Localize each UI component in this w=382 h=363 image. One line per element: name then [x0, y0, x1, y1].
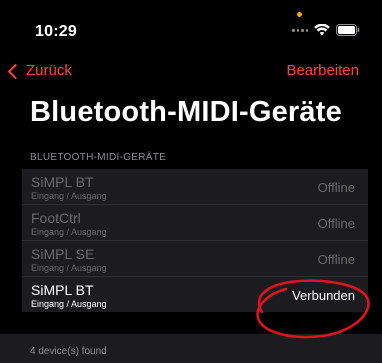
status-time: 10:29: [35, 23, 77, 40]
back-button[interactable]: Zurück: [7, 62, 72, 79]
device-status: Offline: [317, 180, 355, 195]
device-subtitle: Eingang / Ausgang: [31, 191, 107, 201]
status-icons: [292, 24, 360, 36]
status-bar: 10:29: [0, 0, 382, 56]
device-subtitle: Eingang / Ausgang: [31, 299, 107, 309]
device-name: SiMPL SE: [31, 246, 95, 262]
device-name: SiMPL BT: [31, 174, 94, 190]
page-title: Bluetooth-MIDI-Geräte: [30, 96, 342, 128]
dots-icon: [292, 28, 308, 32]
device-status: Offline: [317, 252, 355, 267]
device-row[interactable]: SiMPL BT Eingang / Ausgang Verbunden: [22, 277, 368, 312]
navigation-bar: Zurück Bearbeiten: [0, 62, 382, 86]
device-row[interactable]: SiMPL BT Eingang / Ausgang Offline: [22, 169, 368, 205]
battery-icon: [336, 24, 360, 36]
chevron-left-icon: [7, 63, 24, 79]
device-status: Offline: [317, 216, 355, 231]
device-count-footer: 4 device(s) found: [30, 346, 107, 357]
wifi-icon: [314, 24, 330, 36]
device-row[interactable]: FootCtrl Eingang / Ausgang Offline: [22, 205, 368, 241]
edit-button[interactable]: Bearbeiten: [286, 62, 359, 79]
section-header: BLUETOOTH-MIDI-GERÄTE: [30, 152, 167, 163]
device-row[interactable]: SiMPL SE Eingang / Ausgang Offline: [22, 241, 368, 277]
screen: 10:29 Zurück Bearbeiten Bluetooth-MIDI-G…: [0, 0, 382, 363]
device-status: Verbunden: [292, 288, 355, 303]
back-button-label: Zurück: [26, 62, 72, 79]
device-list: SiMPL BT Eingang / Ausgang Offline FootC…: [22, 169, 368, 312]
device-subtitle: Eingang / Ausgang: [31, 227, 107, 237]
device-subtitle: Eingang / Ausgang: [31, 263, 107, 273]
device-name: SiMPL BT: [31, 282, 94, 298]
privacy-indicator-dot: [297, 12, 302, 17]
device-name: FootCtrl: [31, 210, 81, 226]
